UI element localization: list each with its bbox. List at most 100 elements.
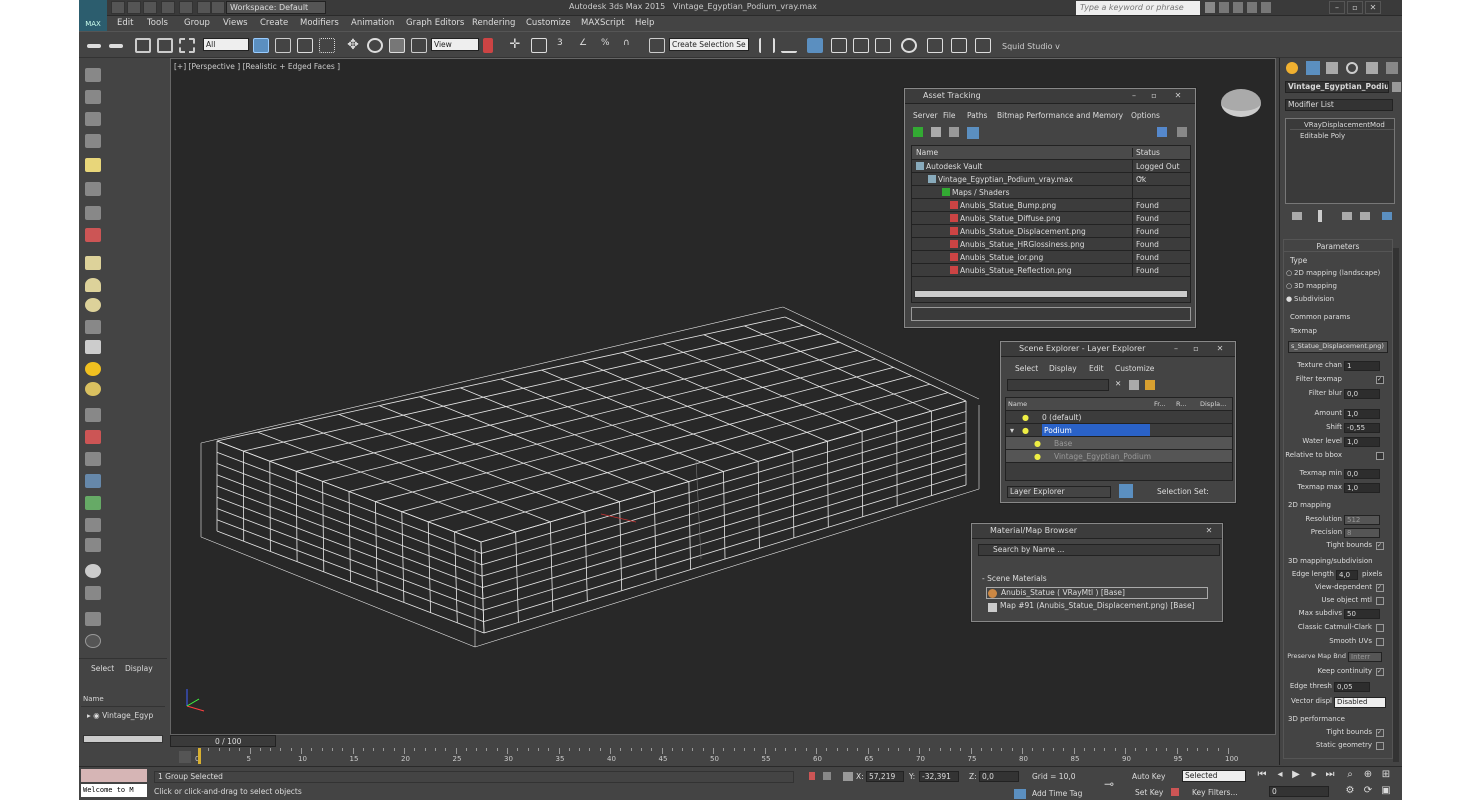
- zoom-all-icon[interactable]: ⊕: [1361, 769, 1375, 781]
- camera-lens-icon[interactable]: [85, 538, 101, 552]
- param-spinner[interactable]: -0,55: [1344, 423, 1380, 433]
- minimize-button[interactable]: –: [1169, 344, 1183, 354]
- menu-create[interactable]: Create: [260, 18, 288, 28]
- time-slider[interactable]: 0 / 100: [170, 735, 276, 747]
- hemisphere-icon[interactable]: [85, 320, 101, 334]
- save-icon[interactable]: [143, 1, 157, 14]
- go-to-start-icon[interactable]: ⏮: [1255, 769, 1269, 781]
- grid-icon[interactable]: [85, 112, 101, 126]
- configure-sets-icon[interactable]: [1382, 212, 1392, 220]
- undo-icon[interactable]: [161, 1, 175, 14]
- explorer-dropdown[interactable]: Layer Explorer: [1007, 486, 1111, 498]
- utilities-tab-icon[interactable]: [1386, 62, 1398, 74]
- layer-row[interactable]: Vintage_Egyptian_Podium ●: [1006, 450, 1232, 463]
- y-coordinate-field[interactable]: -32,391: [919, 771, 959, 782]
- material-editor-icon[interactable]: [901, 38, 917, 53]
- sun-icon[interactable]: [85, 362, 101, 376]
- bind-spacewarp-icon[interactable]: [179, 38, 195, 53]
- param-spinner[interactable]: 8: [1344, 528, 1380, 538]
- set-key-button[interactable]: Set Key: [1135, 788, 1163, 797]
- curve-editor-icon[interactable]: [853, 38, 869, 53]
- create-tab-icon[interactable]: [1286, 62, 1298, 74]
- reference-coordinate-dropdown[interactable]: View: [431, 38, 479, 51]
- close-button[interactable]: ✕: [1365, 1, 1381, 14]
- camera-icon[interactable]: [85, 182, 101, 196]
- param-checkbox[interactable]: [1376, 638, 1384, 646]
- zoom-icon[interactable]: ⌕: [1343, 769, 1357, 781]
- list-icon[interactable]: [931, 127, 941, 137]
- display-tab-icon[interactable]: [1366, 62, 1378, 74]
- key-mode-icon[interactable]: [1171, 788, 1179, 796]
- render-column-header[interactable]: R...: [1176, 400, 1186, 408]
- hierarchy-tab-icon[interactable]: [1326, 62, 1338, 74]
- spinner-snap-icon[interactable]: ∩: [623, 38, 639, 53]
- menu-edit[interactable]: Edit: [117, 18, 133, 28]
- key-mode-dropdown[interactable]: Selected: [1182, 770, 1246, 782]
- teapot-icon[interactable]: [85, 68, 101, 82]
- subscription-icon[interactable]: [1219, 2, 1229, 13]
- menu-views[interactable]: Views: [223, 18, 248, 28]
- mirror-icon[interactable]: [759, 38, 775, 53]
- menu-edit[interactable]: Edit: [1089, 364, 1104, 373]
- object-name-field[interactable]: Vintage_Egyptian_Podiur: [1285, 81, 1389, 93]
- communication-icon[interactable]: [1233, 2, 1243, 13]
- layer-row[interactable]: Base ●: [1006, 437, 1232, 450]
- param-spinner[interactable]: 0,0: [1344, 469, 1380, 479]
- map-item[interactable]: Map #91 (Anubis_Statue_Displacement.png)…: [986, 601, 1208, 613]
- table-icon[interactable]: [85, 134, 101, 148]
- auto-key-button[interactable]: Auto Key: [1132, 772, 1165, 781]
- menu-display[interactable]: Display: [1049, 364, 1077, 373]
- param-checkbox[interactable]: [1376, 624, 1384, 632]
- param-checkbox[interactable]: ✓: [1376, 729, 1384, 737]
- redo-icon[interactable]: [179, 1, 193, 14]
- snap-3d-icon[interactable]: 3: [557, 38, 573, 53]
- close-button[interactable]: ✕: [1213, 344, 1227, 354]
- stack-item[interactable]: Editable Poly: [1290, 132, 1394, 140]
- make-unique-icon[interactable]: [1342, 212, 1352, 220]
- tab-select[interactable]: Select: [91, 664, 114, 673]
- new-icon[interactable]: [111, 1, 125, 14]
- named-selection-sets-dropdown[interactable]: Create Selection Se: [669, 38, 749, 51]
- stack-item[interactable]: VRayDisplacementMod: [1290, 121, 1394, 130]
- panel-scrollbar[interactable]: [1393, 248, 1399, 762]
- name-column-header[interactable]: Name: [916, 148, 938, 157]
- layer-row[interactable]: 0 (default) ●: [1006, 411, 1232, 424]
- freeze-column-header[interactable]: Fr...: [1154, 400, 1166, 408]
- param-spinner[interactable]: 0,0: [1344, 389, 1380, 399]
- maxscript-listener[interactable]: [81, 769, 147, 782]
- scene-materials-header[interactable]: - Scene Materials: [982, 574, 1047, 583]
- isolate-icon[interactable]: [809, 772, 815, 780]
- particles-icon[interactable]: [85, 408, 101, 422]
- globe-icon[interactable]: [85, 474, 101, 488]
- undo-arrow-icon[interactable]: [87, 44, 101, 48]
- percent-snap-icon[interactable]: %: [601, 38, 617, 53]
- maximize-button[interactable]: ▫: [1347, 1, 1363, 14]
- mesh-icon[interactable]: [85, 452, 101, 466]
- absolute-mode-icon[interactable]: [843, 772, 853, 781]
- param-checkbox[interactable]: ✓: [1376, 584, 1384, 592]
- display-column-header[interactable]: Displa...: [1200, 400, 1226, 408]
- schematic-view-icon[interactable]: [875, 38, 891, 53]
- minimize-button[interactable]: –: [1127, 91, 1141, 101]
- move-icon[interactable]: ✥: [345, 38, 361, 53]
- menu-bitmap-performance[interactable]: Bitmap Performance and Memory: [997, 111, 1123, 120]
- param-spinner[interactable]: 1,0: [1344, 409, 1380, 419]
- param-checkbox[interactable]: [1376, 452, 1384, 460]
- image-icon[interactable]: [85, 90, 101, 104]
- render-icon[interactable]: [85, 228, 101, 242]
- selection-filter-dropdown[interactable]: All: [203, 38, 249, 51]
- modifier-list-dropdown[interactable]: Modifier List: [1285, 99, 1393, 111]
- close-button[interactable]: ✕: [1171, 91, 1185, 101]
- settings-icon[interactable]: [1177, 127, 1187, 137]
- param-checkbox[interactable]: [1376, 742, 1384, 750]
- remove-modifier-icon[interactable]: [1360, 212, 1370, 220]
- project-folder-icon[interactable]: [211, 1, 225, 14]
- z-coordinate-field[interactable]: 0,0: [979, 771, 1019, 782]
- previous-frame-icon[interactable]: ◂: [1273, 769, 1287, 781]
- current-frame-field[interactable]: 0: [1269, 786, 1329, 797]
- rollout-header[interactable]: Parameters: [1284, 242, 1392, 252]
- thumbnail-icon[interactable]: [949, 127, 959, 137]
- menu-graph-editors[interactable]: Graph Editors: [406, 18, 464, 28]
- refresh-icon[interactable]: [913, 127, 923, 137]
- param-checkbox[interactable]: ✓: [1376, 668, 1384, 676]
